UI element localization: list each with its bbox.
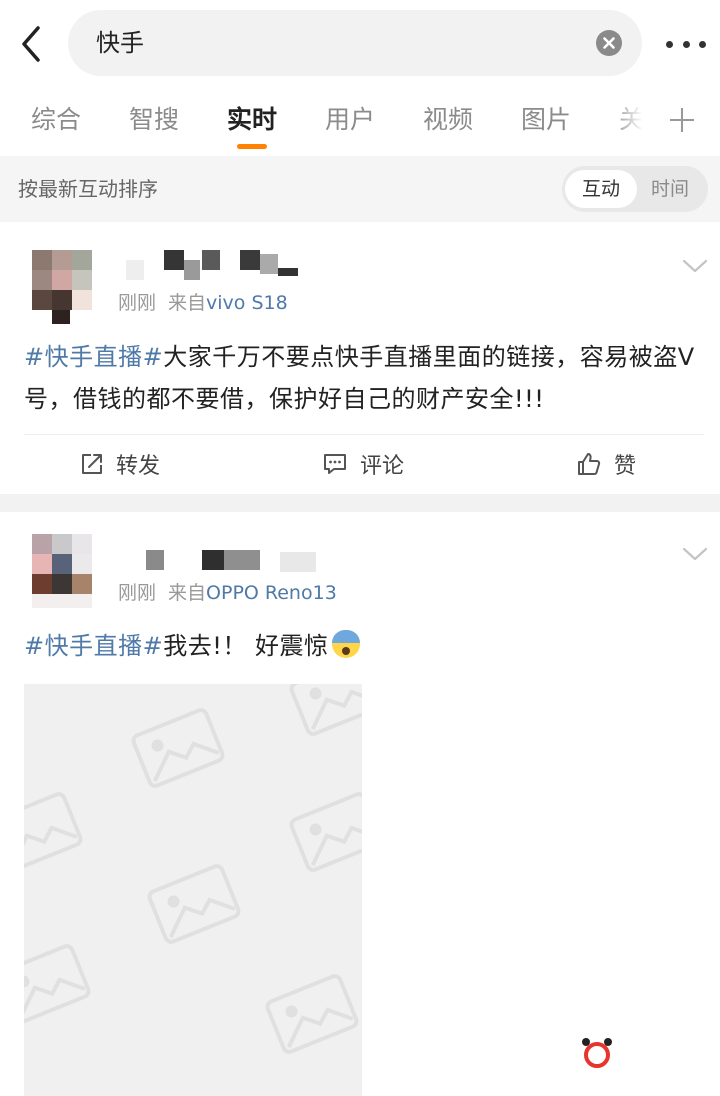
hashtag-link[interactable]: #快手直播# — [24, 632, 163, 660]
clear-search-button[interactable] — [596, 30, 622, 56]
repost-button[interactable]: 转发 — [80, 435, 160, 493]
username-blurred — [202, 250, 220, 270]
thumbs-up-icon — [578, 453, 601, 475]
post-body: 我去!！ 好震惊 — [163, 632, 329, 660]
tab-fade-overlay — [612, 92, 656, 154]
post-device[interactable]: OPPO Reno13 — [206, 582, 337, 604]
hashtag-link[interactable]: #快手直播# — [24, 343, 163, 371]
username-blurred[interactable] — [146, 550, 164, 570]
comment-button[interactable]: 评论 — [322, 435, 404, 493]
post-source-prefix: 来自 — [168, 292, 207, 314]
sort-option-interaction[interactable]: 互动 — [565, 170, 637, 208]
post-time: 刚刚 — [118, 582, 157, 604]
sort-option-time[interactable]: 时间 — [634, 170, 706, 208]
active-tab-indicator — [237, 144, 267, 149]
avatar[interactable] — [32, 534, 92, 608]
search-query[interactable]: 快手 — [96, 27, 144, 59]
back-button[interactable] — [14, 22, 50, 66]
dot-icon — [699, 40, 706, 48]
username-blurred — [184, 260, 200, 280]
post-separator — [0, 494, 720, 512]
like-button[interactable]: 赞 — [576, 435, 636, 493]
tab-realtime[interactable]: 实时 — [227, 104, 277, 136]
app-logo-icon — [582, 1038, 612, 1068]
repost-label: 转发 — [116, 454, 161, 479]
top-bar: 快手 — [0, 0, 720, 88]
search-box[interactable]: 快手 — [68, 10, 642, 76]
image-placeholder-icon — [24, 944, 91, 1024]
like-label: 赞 — [614, 454, 637, 479]
comment-label: 评论 — [360, 454, 405, 479]
fearful-face-icon — [332, 630, 361, 658]
sort-toggle: 互动 时间 — [562, 166, 708, 212]
tab-comprehensive[interactable]: 综合 — [31, 104, 81, 136]
image-placeholder-icon — [24, 792, 83, 872]
username-blurred — [280, 552, 316, 572]
chevron-down-icon[interactable] — [682, 258, 708, 274]
post-content: #快手直播#我去!！ 好震惊 — [24, 625, 704, 667]
image-placeholder-icon — [265, 974, 359, 1054]
chevron-left-icon — [22, 26, 40, 62]
username-blurred — [278, 268, 298, 276]
more-options-button[interactable] — [666, 30, 706, 58]
dot-icon — [682, 40, 690, 48]
post-meta: 刚刚 来自OPPO Reno13 — [118, 580, 337, 606]
close-icon — [603, 37, 615, 49]
plus-icon — [670, 108, 694, 132]
image-placeholder-icon — [131, 708, 225, 788]
comment-icon — [324, 454, 346, 474]
search-tabs: 综合 智搜 实时 用户 视频 图片 关 — [0, 92, 720, 154]
post-device[interactable]: vivo S18 — [206, 292, 288, 314]
feed-post: 刚刚 来自vivo S18 #快手直播#大家千万不要点快手直播里面的链接，容易被盗… — [0, 224, 720, 494]
username-blurred[interactable] — [126, 260, 144, 280]
tab-smart-search[interactable]: 智搜 — [129, 104, 179, 136]
sort-label: 按最新互动排序 — [18, 177, 158, 201]
username-blurred — [164, 250, 184, 270]
post-image-placeholder[interactable] — [24, 684, 362, 1096]
repost-icon — [82, 454, 102, 474]
chevron-down-icon[interactable] — [682, 546, 708, 562]
username-blurred — [240, 250, 260, 270]
post-meta: 刚刚 来自vivo S18 — [118, 290, 288, 316]
avatar[interactable] — [32, 250, 92, 324]
image-placeholder-icon — [289, 792, 362, 872]
username-blurred — [224, 550, 260, 570]
post-actions: 转发 评论 赞 — [0, 435, 720, 493]
image-placeholder-icon — [289, 684, 362, 736]
username-blurred — [202, 550, 224, 570]
username-blurred — [260, 254, 278, 274]
sort-bar: 按最新互动排序 互动 时间 — [0, 156, 720, 222]
tab-images[interactable]: 图片 — [521, 104, 571, 136]
post-source-prefix: 来自 — [168, 582, 207, 604]
post-content: #快手直播#大家千万不要点快手直播里面的链接，容易被盗Ⅴ号，借钱的都不要借，保护… — [24, 336, 704, 420]
dot-icon — [666, 40, 673, 48]
tab-users[interactable]: 用户 — [325, 104, 375, 136]
post-time: 刚刚 — [118, 292, 157, 314]
add-tab-button[interactable] — [668, 106, 696, 134]
tab-videos[interactable]: 视频 — [423, 104, 473, 136]
image-placeholder-icon — [147, 864, 241, 944]
